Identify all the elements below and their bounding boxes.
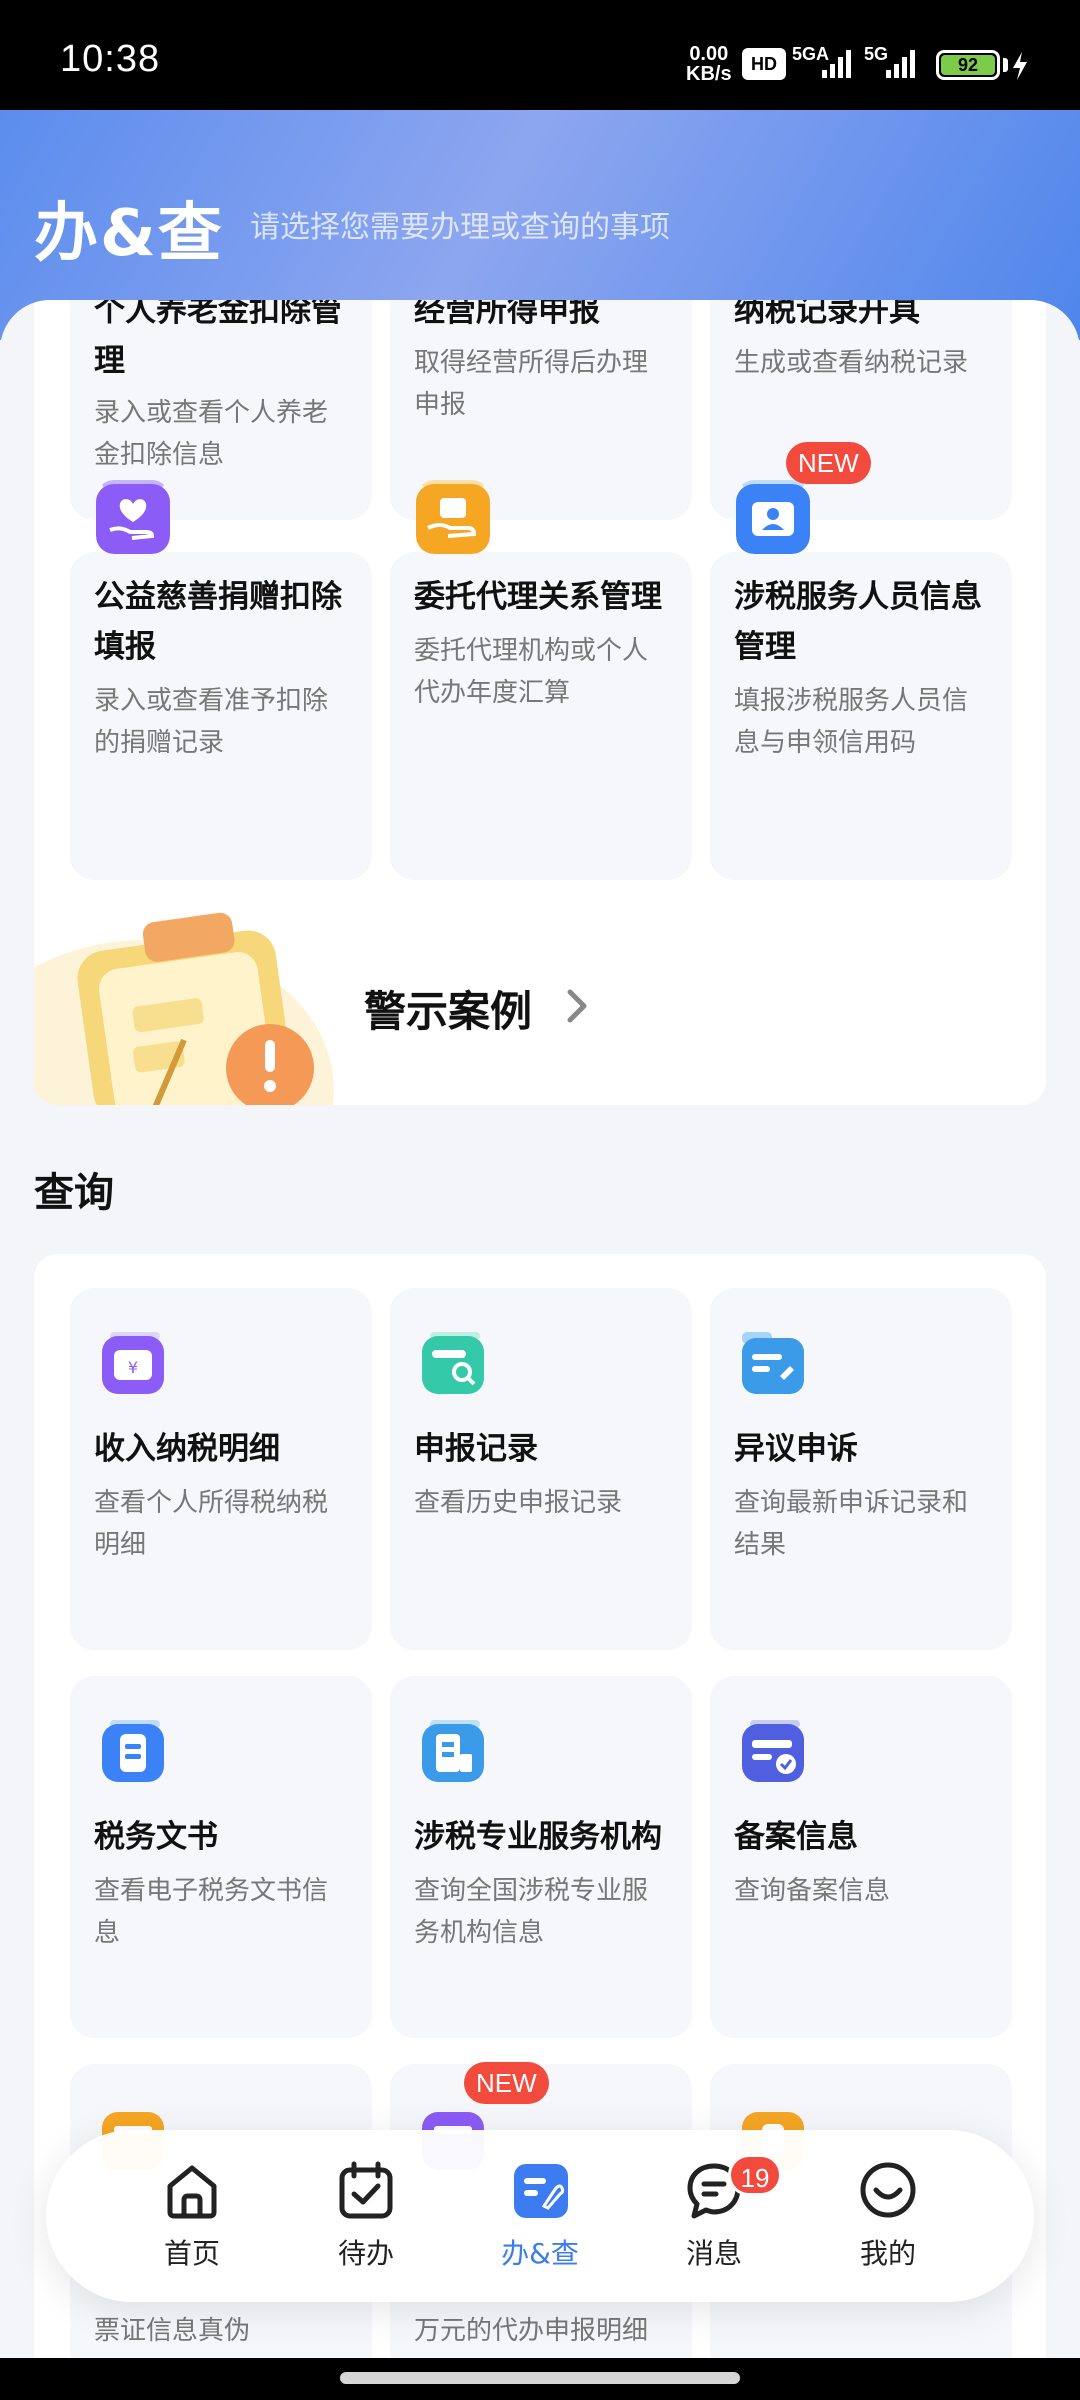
tile-desc: 查看历史申报记录 xyxy=(414,1488,623,1518)
tile-desc: 查询备案信息 xyxy=(734,1876,891,1906)
proxy-hand-icon xyxy=(416,480,490,554)
message-count-badge: 19 xyxy=(728,2154,782,2196)
tile-title: 涉税专业服务机构 xyxy=(414,1819,662,1855)
home-bar[interactable] xyxy=(340,2372,740,2384)
service-building-icon xyxy=(422,1720,484,1782)
tile-desc: 录入或查看个人养老金扣除信息 xyxy=(94,398,329,470)
tile-objection-appeal[interactable]: 异议申诉 查询最新申诉记录和结果 xyxy=(710,1288,1012,1650)
tile-desc: 委托代理机构或个人代办年度汇算 xyxy=(414,636,649,708)
charging-icon xyxy=(1013,52,1027,80)
status-bar: 10:38 0.00 KB/s HD 5GA 5G 92 xyxy=(0,0,1080,110)
content-area[interactable]: 个人养老金扣除管理 录入或查看个人养老金扣除信息 经营所得申报 取得经营所得后办… xyxy=(0,300,1080,2360)
nav-label: 我的 xyxy=(859,2237,916,2270)
tile-title: 个人养老金扣除管理 xyxy=(94,300,342,379)
network-speed-unit: KB/s xyxy=(686,63,732,85)
network-speed: 0.00 KB/s xyxy=(686,44,732,84)
tile-charity-donation[interactable]: 公益慈善捐赠扣除填报 录入或查看准予扣除的捐赠记录 xyxy=(70,480,372,880)
home-icon xyxy=(167,2165,217,2219)
svg-text:¥: ¥ xyxy=(128,1358,138,1377)
nav-label: 待办 xyxy=(337,2237,394,2270)
smile-icon xyxy=(860,2162,916,2218)
tile-desc: 查看电子税务文书信息 xyxy=(94,1876,329,1948)
nav-home[interactable]: 首页 xyxy=(132,2160,252,2280)
handle-panel: 个人养老金扣除管理 录入或查看个人养老金扣除信息 经营所得申报 取得经营所得后办… xyxy=(34,300,1046,1105)
tax-document-icon xyxy=(102,1720,164,1782)
tile-desc: 录入或查看准予扣除的捐赠记录 xyxy=(94,686,329,758)
tile-title: 备案信息 xyxy=(734,1819,858,1855)
battery-level: 92 xyxy=(941,55,995,75)
page-subtitle: 请选择您需要办理或查询的事项 xyxy=(250,210,670,245)
chevron-right-icon xyxy=(567,989,587,1023)
tile-title: 委托代理关系管理 xyxy=(414,579,662,615)
tile-income-tax-detail[interactable]: ¥ 收入纳税明细 查看个人所得税纳税明细 xyxy=(70,1288,372,1650)
signal-icon xyxy=(822,50,851,78)
filing-card-icon xyxy=(742,1720,804,1782)
income-wallet-icon: ¥ xyxy=(102,1332,164,1394)
tile-title: 税务文书 xyxy=(94,1819,218,1855)
handle-query-icon xyxy=(514,2164,568,2218)
appeal-folder-icon xyxy=(742,1332,804,1394)
page-title: 办&查 xyxy=(34,197,224,271)
status-time: 10:38 xyxy=(60,38,161,80)
nav-handle-query[interactable]: 办&查 xyxy=(480,2160,600,2280)
bottom-nav: 首页 待办 办&查 19 消息 我的 xyxy=(46,2130,1034,2302)
nav-profile[interactable]: 我的 xyxy=(828,2160,948,2280)
query-section-title: 查询 xyxy=(34,1170,114,1216)
person-folder-icon xyxy=(736,480,810,554)
tile-desc: 取得经营所得后办理申报 xyxy=(414,348,649,420)
tile-desc: 万元的代办申报明细 xyxy=(414,2316,649,2346)
nav-todo[interactable]: 待办 xyxy=(306,2160,426,2280)
record-search-icon xyxy=(422,1332,484,1394)
battery-icon: 92 xyxy=(936,50,1000,80)
tile-filing-info[interactable]: 备案信息 查询备案信息 xyxy=(710,1676,1012,2038)
tile-desc: 查询最新申诉记录和结果 xyxy=(734,1488,969,1560)
tile-declaration-record[interactable]: 申报记录 查看历史申报记录 xyxy=(390,1288,692,1650)
home-indicator xyxy=(0,2358,1080,2400)
hd-icon: HD xyxy=(742,48,786,80)
nav-label: 消息 xyxy=(685,2237,742,2270)
new-badge: NEW xyxy=(464,2062,549,2104)
charity-donation-icon xyxy=(96,480,170,554)
tile-title: 异议申诉 xyxy=(734,1431,858,1467)
nav-messages[interactable]: 19 消息 xyxy=(654,2154,782,2280)
tile-desc: 查询全国涉税专业服务机构信息 xyxy=(414,1876,649,1948)
nav-label: 首页 xyxy=(163,2237,220,2270)
tile-desc: 票证信息真伪 xyxy=(94,2316,251,2346)
tile-service-personnel[interactable]: NEW 涉税服务人员信息管理 填报涉税服务人员信息与申领信用码 xyxy=(710,442,1012,880)
signal-icon-2 xyxy=(886,50,915,78)
clipboard-warning-icon xyxy=(34,912,334,1105)
new-badge: NEW xyxy=(786,442,871,484)
tile-title: 涉税服务人员信息管理 xyxy=(734,579,982,665)
tile-desc: 生成或查看纳税记录 xyxy=(734,348,969,378)
warning-cases-row[interactable]: 警示案例 xyxy=(34,900,1046,1105)
calendar-check-icon xyxy=(339,2161,393,2219)
tile-title: 收入纳税明细 xyxy=(94,1431,280,1467)
warning-cases-label: 警示案例 xyxy=(364,987,533,1036)
tile-title: 公益慈善捐赠扣除填报 xyxy=(94,579,342,665)
tile-professional-agency[interactable]: 涉税专业服务机构 查询全国涉税专业服务机构信息 xyxy=(390,1676,692,2038)
nav-label: 办&查 xyxy=(501,2237,579,2270)
tile-title: 纳税记录开具 xyxy=(734,300,920,329)
tile-desc: 查看个人所得税纳税明细 xyxy=(94,1488,329,1560)
battery-tip xyxy=(1003,58,1008,72)
tile-title: 经营所得申报 xyxy=(414,300,600,329)
tile-title: 申报记录 xyxy=(414,1431,538,1467)
network-speed-value: 0.00 xyxy=(689,43,729,65)
tile-tax-documents[interactable]: 税务文书 查看电子税务文书信息 xyxy=(70,1676,372,2038)
tile-desc: 填报涉税服务人员信息与申领信用码 xyxy=(734,686,969,758)
tile-proxy-management[interactable]: 委托代理关系管理 委托代理机构或个人代办年度汇算 xyxy=(390,480,692,880)
